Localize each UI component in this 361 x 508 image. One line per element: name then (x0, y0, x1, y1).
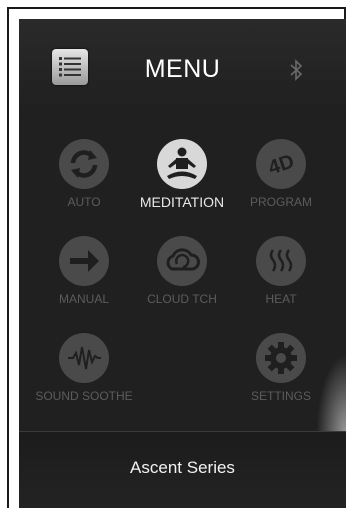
menu-grid: AUTO MEDITATION 4D PROGRAM MANUAL CLOUD … (19, 119, 346, 508)
4d-icon: 4D (256, 139, 306, 189)
bluetooth-icon[interactable] (289, 59, 303, 81)
tile-label: PROGRAM (249, 195, 312, 209)
tile-heat[interactable]: HEAT (226, 236, 336, 332)
gear-icon (256, 333, 306, 383)
4d-text: 4D (266, 151, 297, 180)
heat-icon (256, 236, 306, 286)
refresh-icon (59, 139, 109, 189)
meditation-icon (157, 139, 207, 189)
page: MENU AUTO MEDITATION 4D PROGRAM MANUAL C… (0, 0, 361, 508)
arrow-right-icon (59, 236, 109, 286)
tile-manual[interactable]: MANUAL (29, 236, 139, 332)
sound-wave-icon (59, 333, 109, 383)
tile-label: HEAT (265, 292, 297, 306)
tile-program[interactable]: 4D PROGRAM (226, 139, 336, 235)
tile-cloud-tch[interactable]: CLOUD TCH (127, 236, 237, 332)
tile-sound-soothe[interactable]: SOUND SOOTHE (29, 333, 139, 429)
tile-auto[interactable]: AUTO (29, 139, 139, 235)
tile-label: SOUND SOOTHE (35, 389, 133, 403)
series-name: Ascent Series (130, 458, 235, 477)
app-screen: MENU AUTO MEDITATION 4D PROGRAM MANUAL C… (19, 19, 346, 508)
footer-bar: Ascent Series (19, 432, 346, 508)
header-bar: MENU (19, 19, 346, 119)
cloud-touch-icon (157, 236, 207, 286)
tile-meditation[interactable]: MEDITATION (127, 139, 237, 235)
